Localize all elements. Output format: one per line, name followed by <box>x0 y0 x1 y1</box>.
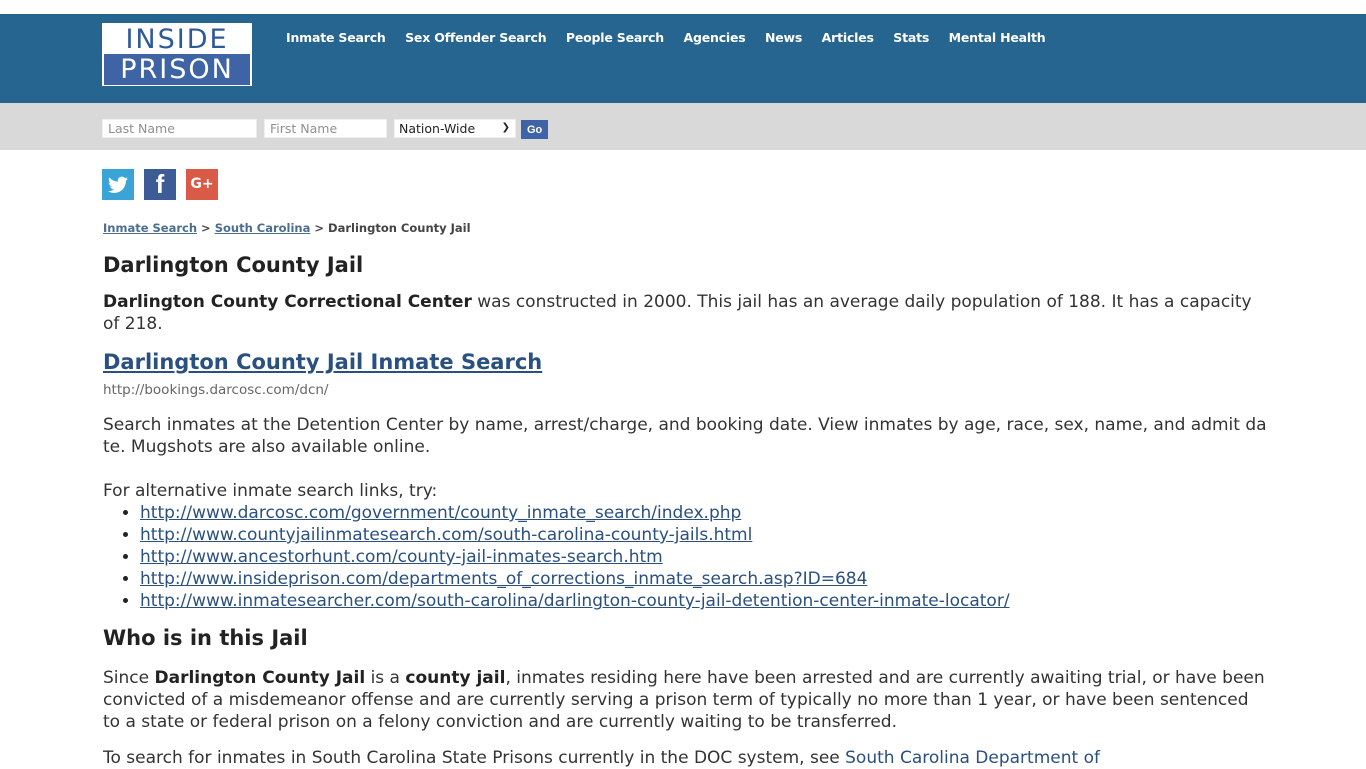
top-spacer <box>0 0 1366 14</box>
inmate-search-link[interactable]: Darlington County Jail Inmate Search <box>103 350 1268 374</box>
nav-stats[interactable]: Stats <box>893 30 929 45</box>
alt-links-intro: For alternative inmate search links, try… <box>103 481 438 501</box>
who-type: county jail <box>405 668 506 688</box>
main-content: Inmate Search > South Carolina > Darling… <box>103 221 1268 769</box>
alt-link[interactable]: http://www.countyjailinmatesearch.com/so… <box>140 525 752 545</box>
dept-text: To search for inmates in South Carolina … <box>103 748 846 768</box>
nav-articles[interactable]: Articles <box>822 30 874 45</box>
dept-link[interactable]: South Carolina Department of <box>845 748 1100 768</box>
who-paragraph: Since Darlington County Jail is a county… <box>103 667 1268 733</box>
who-heading: Who is in this Jail <box>103 626 308 650</box>
twitter-icon[interactable] <box>102 169 134 200</box>
breadcrumb-inmate-search[interactable]: Inmate Search <box>103 221 197 235</box>
facebook-icon[interactable]: f <box>144 169 176 200</box>
alt-link[interactable]: http://www.inmatesearcher.com/south-caro… <box>140 591 1010 611</box>
who-text: is a <box>365 668 406 688</box>
breadcrumb-current: Darlington County Jail <box>328 221 471 235</box>
intro-paragraph: Darlington County Correctional Center wa… <box>103 291 1268 335</box>
page-title: Darlington County Jail <box>103 253 364 277</box>
chevron-down-icon: ❯ <box>501 122 510 133</box>
alt-links-list: http://www.darcosc.com/government/county… <box>103 502 1268 612</box>
alt-link[interactable]: http://www.insideprison.com/departments_… <box>140 569 867 589</box>
nav-sex-offender-search[interactable]: Sex Offender Search <box>405 30 547 45</box>
logo-line-1: INSIDE <box>103 24 251 55</box>
scope-select-value: Nation-Wide <box>399 121 476 136</box>
nav-news[interactable]: News <box>765 30 802 45</box>
list-item: http://www.insideprison.com/departments_… <box>140 568 1268 590</box>
alt-link[interactable]: http://www.darcosc.com/government/county… <box>140 503 741 523</box>
logo-line-2: PRISON <box>104 54 250 85</box>
facility-name: Darlington County Correctional Center <box>103 292 472 312</box>
go-button[interactable]: Go <box>521 120 548 139</box>
nav-mental-health[interactable]: Mental Health <box>949 30 1046 45</box>
inmate-search-url: http://bookings.darcosc.com/dcn/ <box>103 382 329 398</box>
site-header: INSIDE PRISON Inmate Search Sex Offender… <box>0 14 1366 103</box>
scope-select[interactable]: Nation-Wide ❯ <box>394 119 516 138</box>
google-plus-icon[interactable]: G+ <box>186 169 218 200</box>
breadcrumb-separator: > <box>201 221 211 235</box>
list-item: http://www.inmatesearcher.com/south-caro… <box>140 590 1268 612</box>
breadcrumb-south-carolina[interactable]: South Carolina <box>215 221 311 235</box>
list-item: http://www.darcosc.com/government/county… <box>140 502 1268 524</box>
search-description: Search inmates at the Detention Center b… <box>103 415 1267 457</box>
list-item: http://www.countyjailinmatesearch.com/so… <box>140 524 1268 546</box>
last-name-input[interactable] <box>102 119 257 138</box>
social-share: f G+ <box>102 169 218 200</box>
dept-paragraph: To search for inmates in South Carolina … <box>103 747 1268 769</box>
nav-inmate-search[interactable]: Inmate Search <box>286 30 386 45</box>
main-nav: Inmate Search Sex Offender Search People… <box>286 30 1065 45</box>
list-item: http://www.ancestorhunt.com/county-jail-… <box>140 546 1268 568</box>
google-plus-glyph: G+ <box>190 176 214 192</box>
who-text: Since <box>103 668 155 688</box>
facebook-glyph: f <box>155 169 165 199</box>
breadcrumb-separator: > <box>314 221 325 235</box>
breadcrumb: Inmate Search > South Carolina > Darling… <box>103 221 1268 235</box>
inside-prison-logo[interactable]: INSIDE PRISON <box>102 23 252 86</box>
nav-people-search[interactable]: People Search <box>566 30 664 45</box>
first-name-input[interactable] <box>264 119 387 138</box>
who-facility: Darlington County Jail <box>154 668 366 688</box>
search-bar: Nation-Wide ❯ Go <box>0 103 1366 150</box>
alt-link[interactable]: http://www.ancestorhunt.com/county-jail-… <box>140 547 663 567</box>
nav-agencies[interactable]: Agencies <box>684 30 746 45</box>
